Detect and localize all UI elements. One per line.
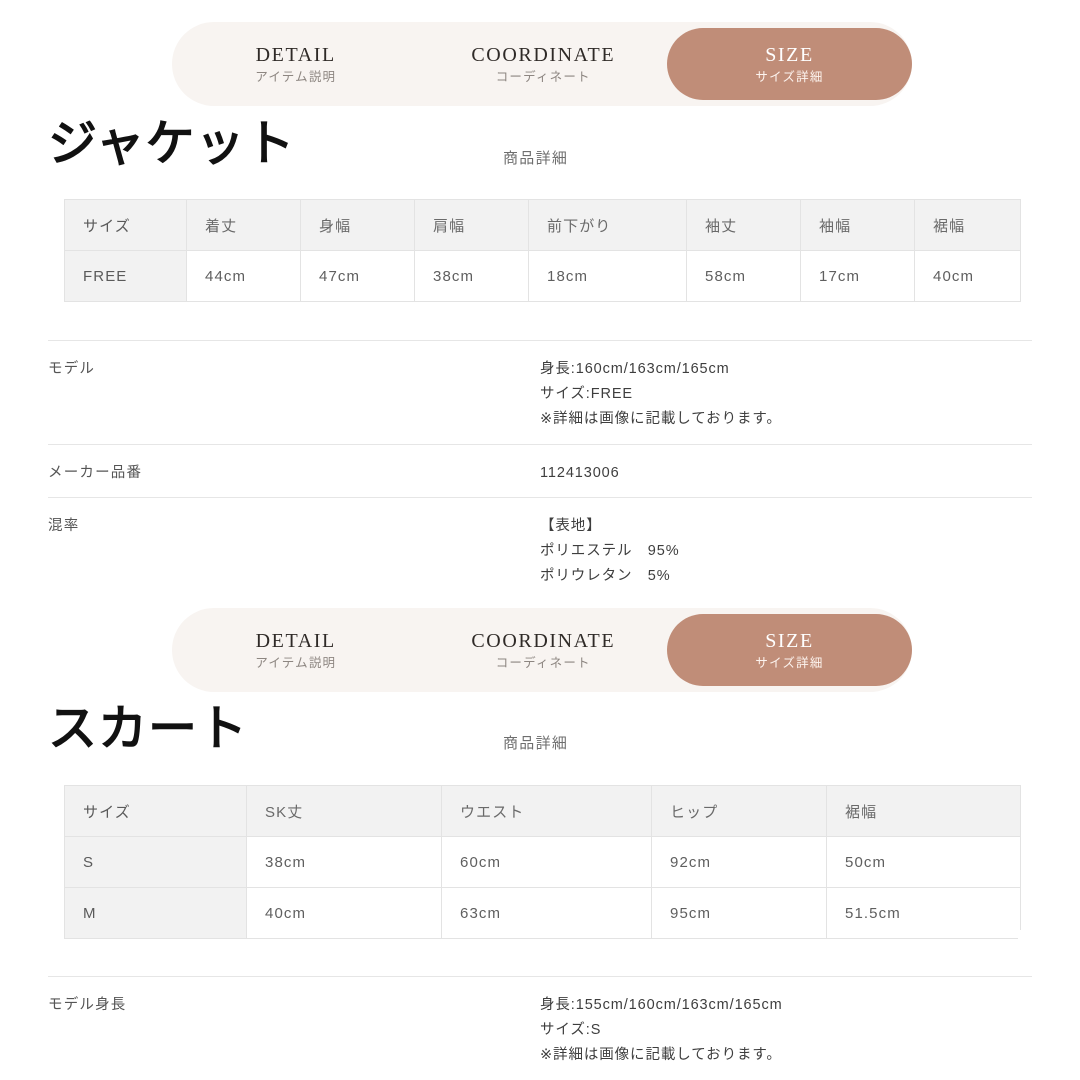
table-header-cell: サイズ bbox=[64, 785, 247, 837]
spec-value-line: ポリエステル 95% bbox=[540, 542, 680, 559]
spec-value-line: 【表地】 bbox=[540, 518, 602, 534]
table-header-cell: 袖幅 bbox=[800, 199, 915, 251]
tab-coordinate[interactable]: COORDINATE コーディネート bbox=[420, 22, 668, 106]
table-header-row: サイズ SK丈 ウエスト ヒップ 裾幅 bbox=[64, 785, 1021, 837]
tab-label-en: SIZE bbox=[765, 43, 814, 66]
spec-label: メーカー品番 bbox=[48, 465, 143, 481]
tab-size[interactable]: SIZE サイズ詳細 bbox=[667, 28, 912, 100]
table-header-cell: 前下がり bbox=[528, 199, 687, 251]
tab-label-en: SIZE bbox=[765, 629, 814, 652]
section-heading-jacket: ジャケット 商品詳細 bbox=[0, 120, 1080, 180]
table-header-cell: 裾幅 bbox=[826, 785, 1021, 837]
table-header-cell: サイズ bbox=[64, 199, 187, 251]
spec-value-line: ※詳細は画像に記載しております。 bbox=[540, 410, 782, 427]
table-header-cell: 裾幅 bbox=[914, 199, 1021, 251]
spec-value-line: サイズ:FREE bbox=[540, 385, 633, 402]
table-size-cell: FREE bbox=[64, 250, 187, 302]
tab-label-jp: アイテム説明 bbox=[255, 655, 337, 670]
spec-value: 【表地】ポリエステル 95% ポリウレタン 5% bbox=[540, 514, 1032, 589]
tab-detail[interactable]: DETAIL アイテム説明 bbox=[172, 22, 420, 106]
spec-value-line: 身長:160cm/163cm/165cm bbox=[540, 361, 730, 377]
section-subtitle-jacket: 商品詳細 bbox=[503, 150, 569, 167]
spec-row-model-jacket: モデル 身長:160cm/163cm/165cm サイズ:FREE ※詳細は画像に記… bbox=[48, 340, 1032, 432]
spec-row-model-height-skirt: モデル身長 身長:155cm/160cm/163cm/165cm サイズ:S ※詳細… bbox=[48, 976, 1032, 1068]
table-measure-cell: 40cm bbox=[246, 887, 442, 939]
table-row: S 38cm 60cm 92cm 50cm bbox=[64, 836, 1021, 888]
table-header-cell: SK丈 bbox=[246, 785, 442, 837]
tab-label-jp: サイズ詳細 bbox=[755, 655, 824, 670]
table-measure-cell: 63cm bbox=[441, 887, 652, 939]
section-title-jacket: ジャケット bbox=[48, 117, 296, 171]
spec-value-line: サイズ:S bbox=[540, 1021, 602, 1038]
spec-label: モデル身長 bbox=[48, 997, 127, 1013]
table-clip-mask bbox=[1018, 930, 1040, 950]
size-detail-page: DETAIL アイテム説明 COORDINATE コーディネート SIZE サイズ詳細 ジ… bbox=[0, 0, 1080, 1080]
tab-label-en: COORDINATE bbox=[471, 629, 616, 652]
table-row: FREE 44cm 47cm 38cm 18cm 58cm 17cm 40cm bbox=[64, 250, 1021, 302]
table-header-cell: 袖丈 bbox=[686, 199, 801, 251]
table-header-row: サイズ 着丈 身幅 肩幅 前下がり 袖丈 袖幅 裾幅 bbox=[64, 199, 1021, 251]
tab-label-en: COORDINATE bbox=[471, 43, 616, 66]
spec-value: 身長:160cm/163cm/165cm サイズ:FREE ※詳細は画像に記載してお… bbox=[540, 357, 1032, 432]
spec-label: モデル bbox=[48, 361, 96, 377]
table-measure-cell: 17cm bbox=[800, 250, 915, 302]
tab-label-jp: コーディネート bbox=[495, 69, 591, 84]
spec-value-line: ポリウレタン 5% bbox=[540, 567, 671, 584]
table-measure-cell: 47cm bbox=[300, 250, 415, 302]
tab-coordinate[interactable]: COORDINATE コーディネート bbox=[420, 608, 668, 692]
size-table-skirt: サイズ SK丈 ウエスト ヒップ 裾幅 S 38cm 60cm 92cm 50cm M 40cm 63… bbox=[64, 785, 1021, 939]
tab-label-en: DETAIL bbox=[255, 629, 336, 652]
table-measure-cell: 95cm bbox=[651, 887, 827, 939]
table-row: M 40cm 63cm 95cm 51.5cm bbox=[64, 887, 1021, 939]
spec-value: 112413006 bbox=[540, 461, 1032, 486]
spec-value: 身長:155cm/160cm/163cm/165cm サイズ:S ※詳細は画像に記載… bbox=[540, 993, 1032, 1068]
spec-label: 混率 bbox=[48, 518, 80, 534]
spec-value-line: 112413006 bbox=[540, 465, 620, 481]
table-measure-cell: 38cm bbox=[414, 250, 529, 302]
table-header-cell: ウエスト bbox=[441, 785, 652, 837]
spec-row-composition-jacket: 混率 【表地】ポリエステル 95% ポリウレタン 5% bbox=[48, 497, 1032, 589]
spec-row-maker-number-jacket: メーカー品番 112413006 bbox=[48, 444, 1032, 486]
tab-bar-skirt: DETAIL アイテム説明 COORDINATE コーディネート SIZE サイズ詳細 bbox=[172, 608, 912, 692]
table-header-cell: 身幅 bbox=[300, 199, 415, 251]
table-measure-cell: 18cm bbox=[528, 250, 687, 302]
tab-label-jp: コーディネート bbox=[495, 655, 591, 670]
tab-label-jp: アイテム説明 bbox=[255, 69, 337, 84]
table-size-cell: M bbox=[64, 887, 247, 939]
tab-label-en: DETAIL bbox=[255, 43, 336, 66]
table-header-cell: 肩幅 bbox=[414, 199, 529, 251]
spec-value-line: 身長:155cm/160cm/163cm/165cm bbox=[540, 997, 783, 1013]
size-table-jacket: サイズ 着丈 身幅 肩幅 前下がり 袖丈 袖幅 裾幅 FREE 44cm 47cm 38cm 18cm… bbox=[64, 199, 1021, 302]
section-heading-skirt: スカート 商品詳細 bbox=[0, 705, 1080, 765]
tab-size[interactable]: SIZE サイズ詳細 bbox=[667, 614, 912, 686]
table-measure-cell: 50cm bbox=[826, 836, 1021, 888]
section-subtitle-skirt: 商品詳細 bbox=[503, 735, 569, 752]
table-measure-cell: 38cm bbox=[246, 836, 442, 888]
spec-value-line: ※詳細は画像に記載しております。 bbox=[540, 1046, 782, 1063]
table-measure-cell: 58cm bbox=[686, 250, 801, 302]
table-measure-cell: 60cm bbox=[441, 836, 652, 888]
tab-label-jp: サイズ詳細 bbox=[755, 69, 824, 84]
table-measure-cell: 40cm bbox=[914, 250, 1021, 302]
table-size-cell: S bbox=[64, 836, 247, 888]
tab-bar-jacket: DETAIL アイテム説明 COORDINATE コーディネート SIZE サイズ詳細 bbox=[172, 22, 912, 106]
table-measure-cell: 44cm bbox=[186, 250, 301, 302]
section-title-skirt: スカート bbox=[48, 702, 249, 756]
table-header-cell: 着丈 bbox=[186, 199, 301, 251]
table-measure-cell: 51.5cm bbox=[826, 887, 1021, 939]
table-header-cell: ヒップ bbox=[651, 785, 827, 837]
tab-detail[interactable]: DETAIL アイテム説明 bbox=[172, 608, 420, 692]
table-measure-cell: 92cm bbox=[651, 836, 827, 888]
